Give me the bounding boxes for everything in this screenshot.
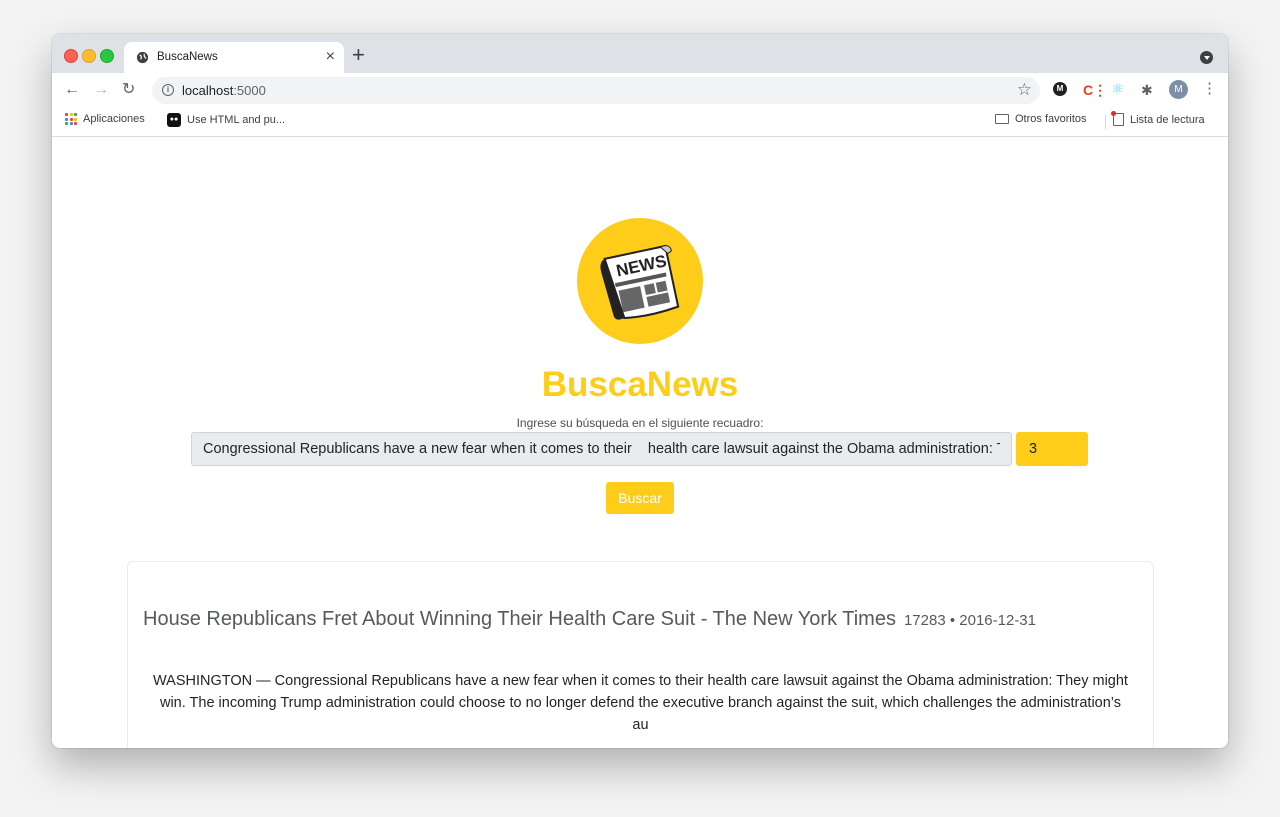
bookmark-lista-lectura[interactable]: Lista de lectura [1111,111,1205,126]
browser-window: BuscaNews × + ← → ↻ i localhost:5000 ☆ M… [52,34,1228,748]
address-bar[interactable]: i localhost:5000 ☆ [152,77,1040,104]
tab-close-icon[interactable]: × [326,48,335,66]
extensions-puzzle-icon[interactable]: ✱ [1141,81,1159,99]
new-tab-button[interactable]: + [352,44,365,66]
minimize-window-button[interactable] [82,49,96,63]
bookmark-otros-label: Otros favoritos [1015,113,1087,125]
react-devtools-icon[interactable]: ⚛ [1111,81,1129,99]
tab-buscanews[interactable]: BuscaNews × [124,42,344,73]
result-card: House Republicans Fret About Winning The… [127,561,1154,748]
result-meta: 17283 • 2016-12-31 [903,612,1036,629]
site-info-icon[interactable]: i [162,84,174,96]
reload-icon[interactable]: ↻ [122,81,135,99]
page-content: NEWS BuscaNews Ingrese su búsqueda en el… [52,137,1228,748]
folder-icon [995,114,1009,124]
tab-strip: BuscaNews × + [52,34,1228,73]
search-input[interactable] [191,432,1012,466]
apps-grid-icon [65,113,77,125]
url-port: :5000 [233,83,266,98]
bookmark-html-label: Use HTML and pu... [187,114,286,126]
globe-icon [136,51,149,64]
result-snippet: WASHINGTON — Congressional Republicans h… [153,673,1128,733]
back-arrow-icon[interactable]: ← [64,81,80,99]
extension-m-icon[interactable]: M [1053,82,1067,96]
maximize-window-button[interactable] [100,49,114,63]
result-title-text[interactable]: House Republicans Fret About Winning The… [143,608,896,630]
bookmarks-bar: Aplicaciones ●● Use HTML and pu... Otros… [52,108,1228,137]
result-count-input[interactable] [1016,432,1088,466]
tab-search-icon[interactable] [1200,51,1213,64]
bookmark-html[interactable]: ●● Use HTML and pu... [167,113,285,127]
bookmark-otros-favoritos[interactable]: Otros favoritos [995,113,1087,125]
forward-arrow-icon[interactable]: → [93,81,109,99]
bookmark-apps-label: Aplicaciones [83,113,145,125]
tab-title: BuscaNews [157,51,218,63]
bookmark-lectura-label: Lista de lectura [1130,113,1205,126]
news-logo-icon: NEWS [577,218,703,344]
extension-c-icon[interactable]: C⋮ [1083,81,1107,99]
bookmark-apps[interactable]: Aplicaciones [65,113,145,125]
page-title: BuscaNews [541,365,739,404]
browser-toolbar: ← → ↻ i localhost:5000 ☆ M C⋮ ⚛ ✱ M ⋮ [52,73,1228,108]
bookmark-star-icon[interactable]: ☆ [1017,80,1032,100]
url-host: localhost [182,83,234,98]
search-prompt: Ingrese su búsqueda en el siguiente recu… [516,416,764,430]
search-button[interactable]: Buscar [606,482,674,514]
close-window-button[interactable] [64,49,78,63]
url-text: localhost:5000 [182,83,266,98]
medium-icon: ●● [167,113,181,127]
more-menu-icon[interactable]: ⋮ [1202,80,1217,98]
bookmark-separator [1105,115,1106,129]
result-title[interactable]: House Republicans Fret About Winning The… [143,608,1036,631]
profile-avatar[interactable]: M [1169,80,1188,99]
reading-list-icon [1111,111,1124,126]
